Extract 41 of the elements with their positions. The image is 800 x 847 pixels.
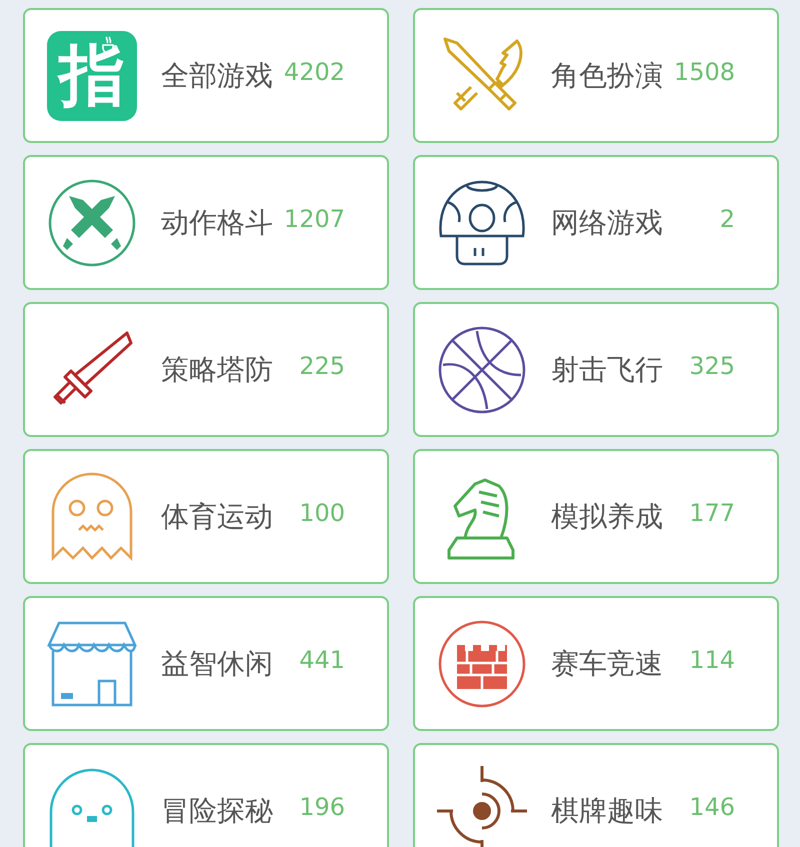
game-count: 441 (298, 646, 345, 674)
category-card[interactable]: 棋牌趣味 146 (413, 743, 779, 847)
game-count: 325 (688, 352, 735, 380)
category-name: 模拟养成 (551, 498, 663, 534)
category-name: 网络游戏 (551, 204, 663, 240)
category-card[interactable]: 模拟养成 177 (413, 449, 779, 584)
category-name: 棋牌趣味 (551, 792, 663, 828)
category-card[interactable]: 射击飞行 325 (413, 302, 779, 437)
category-card[interactable]: 网络游戏 2 (413, 155, 779, 290)
category-name: 体育运动 (161, 498, 273, 534)
castle-icon (437, 618, 527, 708)
game-count: 196 (298, 792, 345, 820)
category-name: 益智休闲 (161, 646, 273, 682)
category-card[interactable]: 动作格斗 1207 (23, 155, 389, 290)
category-card[interactable]: 赛车竞速 114 (413, 596, 779, 731)
category-card[interactable]: 角色扮演 1508 (413, 8, 779, 143)
category-card[interactable]: 指 全部游戏 4202 (23, 8, 389, 143)
category-name: 动作格斗 (161, 204, 273, 240)
category-name: 策略塔防 (161, 352, 273, 388)
ball-icon (437, 324, 527, 414)
game-count: 100 (298, 498, 345, 526)
game-count: 114 (688, 646, 735, 674)
category-card[interactable]: 体育运动 100 (23, 449, 389, 584)
game-count: 1207 (282, 204, 345, 232)
game-count: 1508 (672, 58, 735, 86)
game-count: 177 (688, 498, 735, 526)
game-count: 4202 (282, 58, 345, 86)
category-name: 冒险探秘 (161, 792, 273, 828)
category-name: 全部游戏 (161, 58, 273, 94)
category-card[interactable]: 益智休闲 441 (23, 596, 389, 731)
app-logo-icon: 指 (47, 30, 137, 120)
crossed-swords-icon (47, 178, 137, 268)
game-count: 225 (298, 352, 345, 380)
game-count: 2 (718, 204, 735, 232)
game-count: 146 (688, 792, 735, 820)
category-name: 角色扮演 (551, 58, 663, 94)
category-card[interactable]: 冒险探秘 196 (23, 743, 389, 847)
target-icon (437, 766, 527, 847)
category-card[interactable]: 策略塔防 225 (23, 302, 389, 437)
category-name: 赛车竞速 (551, 646, 663, 682)
category-name: 射击飞行 (551, 352, 663, 388)
